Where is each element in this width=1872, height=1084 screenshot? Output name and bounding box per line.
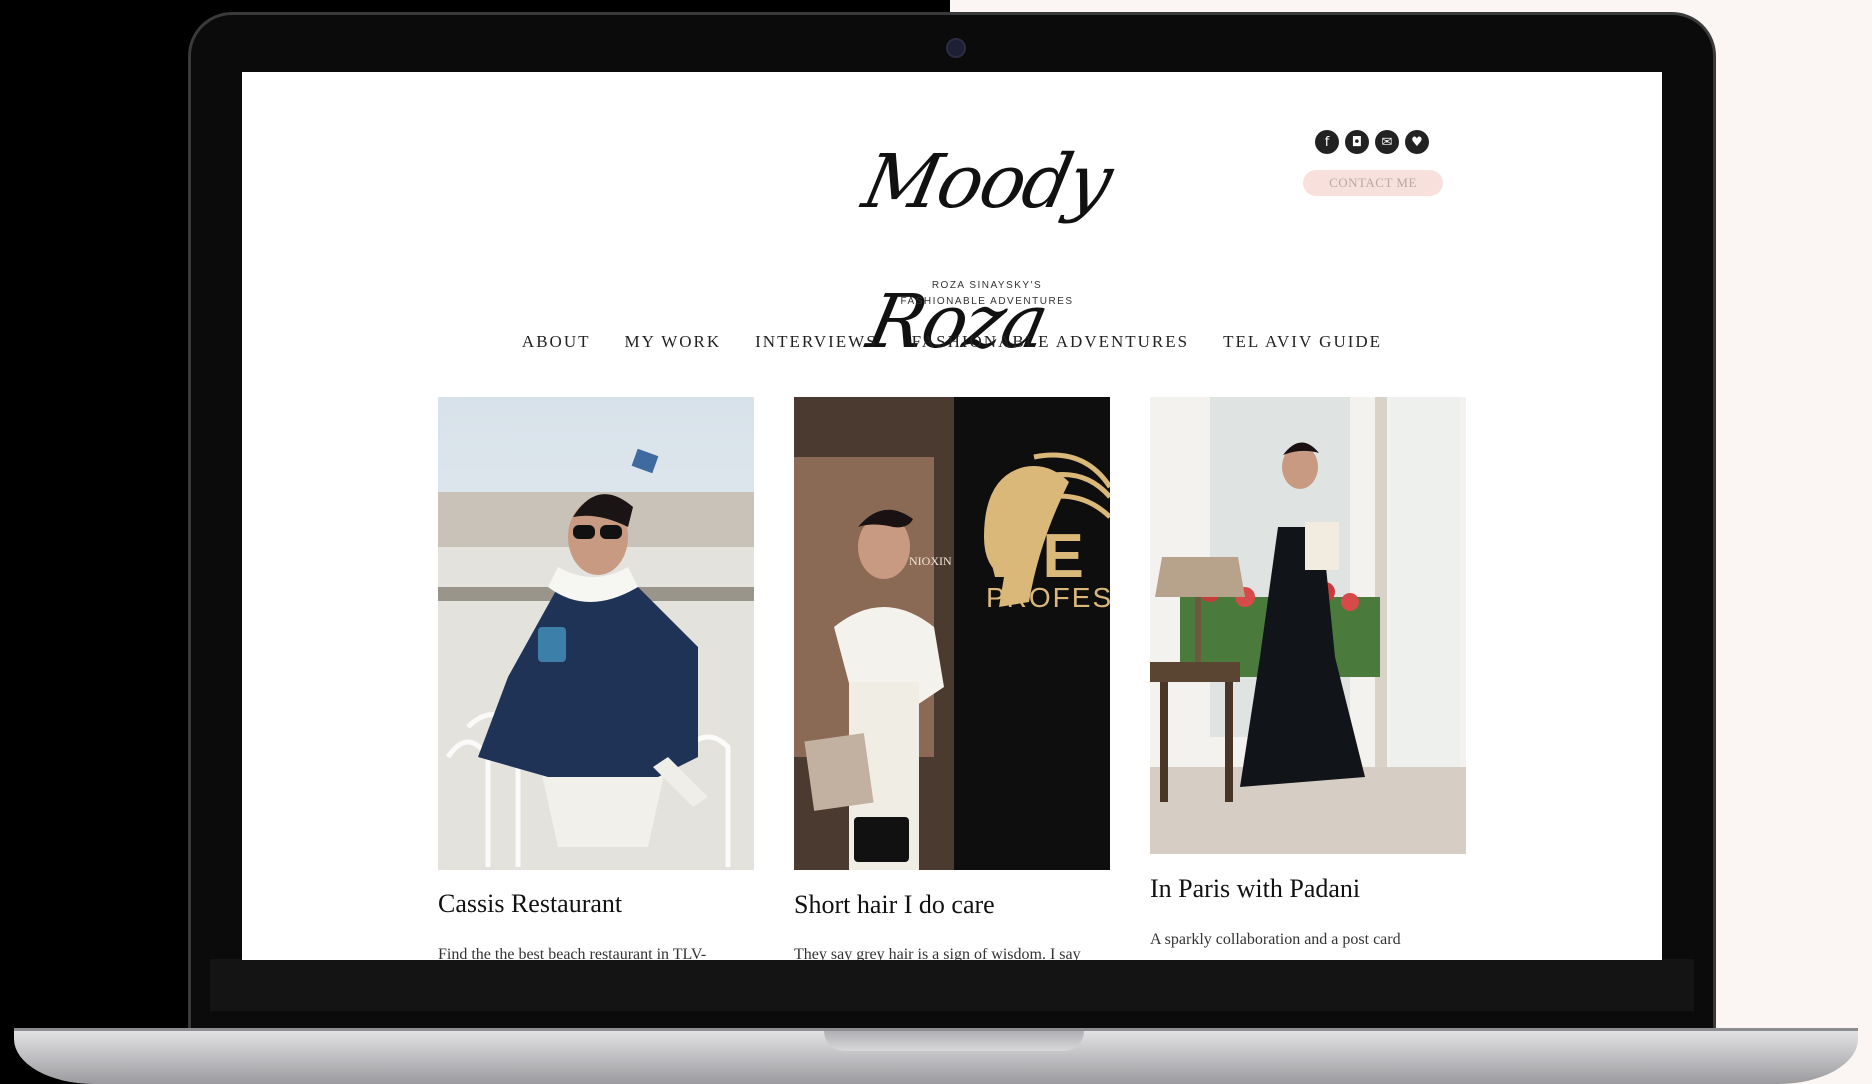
post-title[interactable]: Cassis Restaurant <box>438 889 622 919</box>
sign-text: WE <box>984 522 1084 591</box>
social-icons: f ◘ ✉ ♥ <box>1315 130 1429 156</box>
post-excerpt: A sparkly collaboration and a post card <box>1150 931 1401 948</box>
sign-text-2: PROFES <box>986 582 1110 613</box>
post-photo-short-hair[interactable]: WE PROFES NIOXIN <box>794 397 1110 870</box>
laptop-notch <box>824 1031 1084 1051</box>
post-photo-cassis[interactable] <box>438 397 754 870</box>
sign-small: NIOXIN <box>909 554 952 568</box>
nav-interviews[interactable]: INTERVIEWS <box>755 332 878 352</box>
logo-tagline-1: ROZA SINAYSKY'S <box>931 280 1043 291</box>
facebook-icon[interactable]: f <box>1315 130 1339 154</box>
main-nav: ABOUT MY WORK INTERVIEWS FASHIONABLE ADV… <box>242 332 1662 352</box>
bloglovin-icon[interactable]: ♥ <box>1405 130 1429 154</box>
post-title[interactable]: Short hair I do care <box>794 890 995 920</box>
site-logo[interactable]: Moody Roza ROZA SINAYSKY'S FASHIONABLE A… <box>797 112 1177 365</box>
nav-tel-aviv-guide[interactable]: TEL AVIV GUIDE <box>1223 332 1382 352</box>
logo-tagline-2: FASHIONABLE ADVENTURES <box>900 296 1074 307</box>
post-photo-paris[interactable] <box>1150 397 1466 854</box>
laptop-bezel <box>210 959 1694 1011</box>
nav-about[interactable]: ABOUT <box>522 332 591 352</box>
post-excerpt: They say grey hair is a sign of wisdom. … <box>794 946 1081 960</box>
nav-fashionable-adventures[interactable]: FASHIONABLE ADVENTURES <box>912 332 1189 352</box>
logo-script: Moody Roza <box>855 139 1119 365</box>
browser-screen: Moody Roza ROZA SINAYSKY'S FASHIONABLE A… <box>242 72 1662 960</box>
post-excerpt: Find the the best beach restaurant in TL… <box>438 946 707 960</box>
post-title[interactable]: In Paris with Padani <box>1150 874 1360 904</box>
contact-button[interactable]: CONTACT ME <box>1303 170 1443 196</box>
instagram-icon[interactable]: ◘ <box>1345 130 1369 154</box>
email-icon[interactable]: ✉ <box>1375 130 1399 154</box>
nav-my-work[interactable]: MY WORK <box>624 332 721 352</box>
webcam-icon <box>946 38 966 58</box>
